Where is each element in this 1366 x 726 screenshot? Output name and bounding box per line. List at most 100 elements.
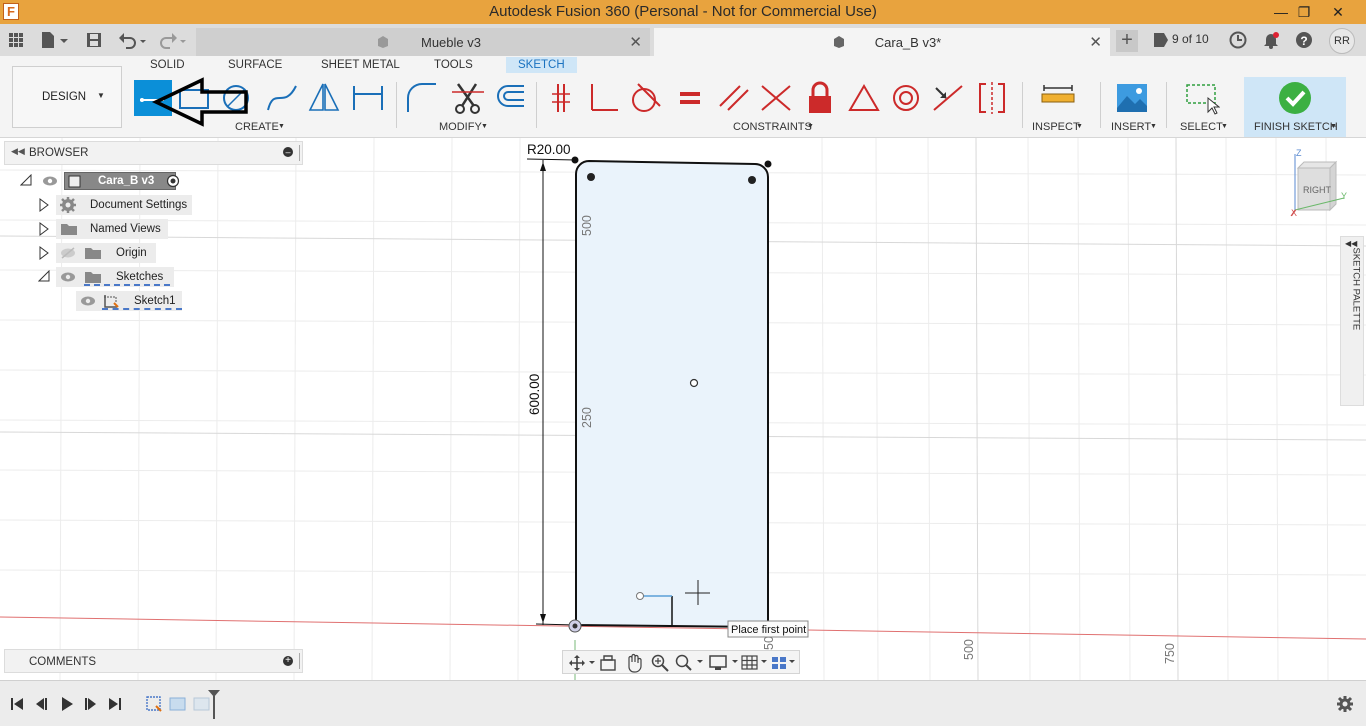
sketch-point[interactable] [571, 156, 579, 164]
workspace-switcher[interactable]: DESIGN ▼ [12, 66, 122, 128]
look-at-icon[interactable] [599, 654, 617, 672]
tangent-constraint-button[interactable] [628, 80, 664, 116]
redo-icon[interactable] [158, 30, 188, 50]
tab-solid[interactable]: SOLID [150, 59, 185, 71]
viewcube-face-label[interactable]: RIGHT [1303, 185, 1331, 195]
hidden-eye-icon[interactable] [60, 247, 76, 259]
tab-tools[interactable]: TOOLS [434, 59, 473, 71]
close-tab-icon[interactable]: ✕ [1089, 33, 1102, 51]
play-icon[interactable] [60, 696, 74, 712]
minimize-panel-icon[interactable]: – [283, 147, 293, 157]
pan-hand-icon[interactable] [625, 653, 643, 673]
tab-sketch[interactable]: SKETCH [506, 57, 577, 73]
timeline-marker-icon[interactable] [207, 689, 221, 719]
tree-item-sketches[interactable]: Sketches [38, 267, 174, 287]
fix-constraint-button[interactable] [802, 80, 838, 116]
sketch-point[interactable] [748, 176, 756, 184]
perpendicular-constraint-button[interactable] [586, 80, 622, 116]
collinear-constraint-button[interactable] [758, 80, 794, 116]
tab-surface[interactable]: SURFACE [228, 59, 282, 71]
trim-tool-button[interactable] [450, 80, 486, 116]
apps-grid-icon[interactable] [8, 32, 24, 48]
grid-settings-icon[interactable] [741, 654, 771, 672]
sketch-point[interactable] [587, 173, 595, 181]
new-tab-button[interactable]: + [1116, 30, 1138, 52]
fillet-tool-button[interactable] [404, 80, 440, 116]
triangle-constraint-button[interactable] [846, 80, 882, 116]
coincident-constraint-button[interactable] [544, 80, 580, 116]
zoom-window-icon[interactable] [675, 654, 707, 672]
save-icon[interactable] [86, 31, 102, 49]
insert-image-button[interactable] [1114, 80, 1150, 116]
measure-tool-button[interactable] [1040, 80, 1076, 116]
timeline-sketch-feature-icon[interactable] [144, 694, 164, 714]
collapse-panel-icon[interactable]: ◀◀ [11, 146, 25, 157]
sketch-palette-tab[interactable]: ◀◀ SKETCH PALETTE [1340, 236, 1364, 406]
collapsed-triangle-icon[interactable] [38, 198, 50, 212]
job-status-icon[interactable] [1229, 31, 1247, 49]
version-history-icon[interactable] [1152, 31, 1170, 49]
spline-tool-button[interactable] [264, 80, 300, 116]
activate-radio-icon[interactable] [166, 174, 180, 188]
select-tool-button[interactable] [1184, 80, 1221, 116]
offset-tool-button[interactable] [492, 80, 528, 116]
close-button[interactable]: ✕ [1323, 1, 1353, 23]
midpoint-constraint-button[interactable] [930, 80, 966, 116]
version-label[interactable]: 9 of 10 [1172, 32, 1209, 46]
dimension-tool-button[interactable] [350, 80, 386, 116]
step-back-icon[interactable] [34, 696, 48, 712]
sketch-center-point[interactable] [689, 378, 699, 388]
viewcube[interactable]: RIGHT Z Y X [1288, 148, 1348, 218]
go-to-start-icon[interactable] [10, 696, 24, 712]
expanded-triangle-icon[interactable] [20, 174, 32, 186]
sketch-canvas[interactable]: R20.00 600.00 500 250 500 750 50 Place f… [0, 138, 1366, 680]
tree-item-named-views[interactable]: Named Views [38, 219, 168, 239]
equal-constraint-button[interactable] [672, 80, 708, 116]
tree-item-sketch1[interactable]: Sketch1 [74, 291, 184, 311]
eye-icon[interactable] [80, 295, 96, 307]
tab-sheet-metal[interactable]: SHEET METAL [321, 59, 400, 71]
close-tab-icon[interactable]: ✕ [629, 33, 642, 51]
file-menu-icon[interactable] [40, 31, 70, 49]
go-to-end-icon[interactable] [108, 696, 122, 712]
constraints-group-label[interactable]: CONSTRAINTS [733, 121, 812, 133]
expanded-triangle-icon[interactable] [38, 270, 50, 282]
tree-item-document-settings[interactable]: Document Settings [38, 195, 192, 215]
select-group-label[interactable]: SELECT [1180, 121, 1223, 133]
chevron-down-icon: ▼ [97, 91, 105, 100]
viewports-icon[interactable] [771, 654, 801, 672]
display-settings-icon[interactable] [709, 654, 743, 672]
undo-icon[interactable] [118, 30, 148, 50]
notification-bell-icon[interactable] [1262, 31, 1280, 49]
modify-group-label[interactable]: MODIFY [439, 121, 482, 133]
eye-icon[interactable] [42, 175, 58, 187]
timeline-settings-gear-icon[interactable] [1336, 695, 1354, 713]
finish-sketch-button[interactable]: FINISH SKETCH ▼ [1244, 77, 1346, 137]
sketch-point[interactable] [764, 160, 772, 168]
tree-item-component[interactable]: Cara_B v3 [18, 171, 188, 191]
concentric-constraint-button[interactable] [888, 80, 924, 116]
step-forward-icon[interactable] [84, 696, 98, 712]
radius-dimension[interactable]: R20.00 [527, 142, 571, 157]
symmetry-constraint-button[interactable] [974, 80, 1010, 116]
maximize-button[interactable]: ❐ [1289, 1, 1319, 23]
insert-group-label[interactable]: INSERT [1111, 121, 1151, 133]
tab-mueble-v3[interactable]: Mueble v3 ✕ [196, 28, 650, 56]
collapsed-triangle-icon[interactable] [38, 222, 50, 236]
zoom-icon[interactable] [651, 654, 669, 672]
collapsed-triangle-icon[interactable] [38, 246, 50, 260]
height-dimension[interactable]: 600.00 [527, 374, 542, 415]
parallel-constraint-button[interactable] [716, 80, 752, 116]
timeline-feature-icon[interactable] [168, 694, 188, 714]
tab-cara-b-v3[interactable]: Cara_B v3* ✕ [654, 28, 1110, 56]
help-icon[interactable]: ? [1295, 31, 1313, 49]
user-avatar[interactable]: RR [1329, 28, 1355, 54]
add-comment-icon[interactable]: + [283, 656, 293, 666]
browser-panel-header[interactable]: ◀◀ BROWSER – [4, 141, 303, 165]
inspect-group-label[interactable]: INSPECT [1032, 121, 1080, 133]
tree-item-origin[interactable]: Origin [38, 243, 156, 263]
eye-icon[interactable] [60, 271, 76, 283]
comments-panel-header[interactable]: COMMENTS + [4, 649, 303, 673]
orbit-move-icon[interactable] [569, 655, 599, 671]
mirror-tool-button[interactable] [306, 80, 342, 116]
